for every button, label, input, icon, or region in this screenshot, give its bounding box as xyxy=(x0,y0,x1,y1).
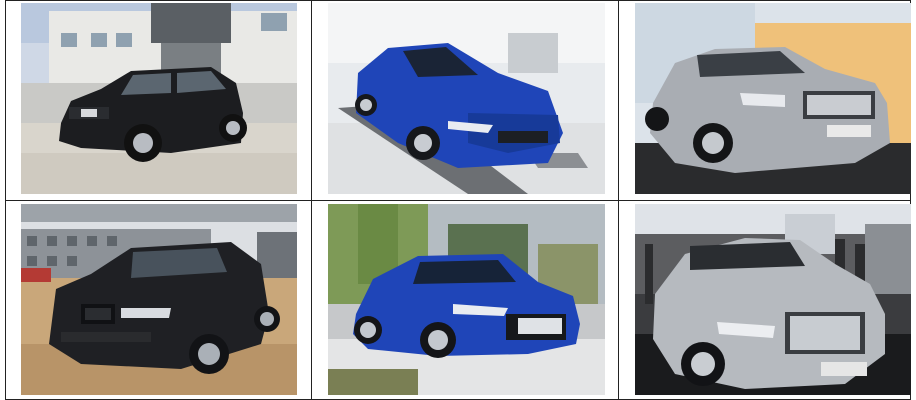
grid-divider xyxy=(5,0,911,1)
photo-blue-sedan-showroom xyxy=(328,3,605,194)
photo-silver-luxury-sedan-show xyxy=(635,204,911,395)
photo-black-suv-lot xyxy=(21,204,297,395)
grid-divider xyxy=(5,200,911,201)
photo-silver-sedan-showroom xyxy=(635,3,911,194)
photo-blue-sedan-street xyxy=(328,204,605,395)
photo-black-suv-courtyard xyxy=(21,3,297,194)
